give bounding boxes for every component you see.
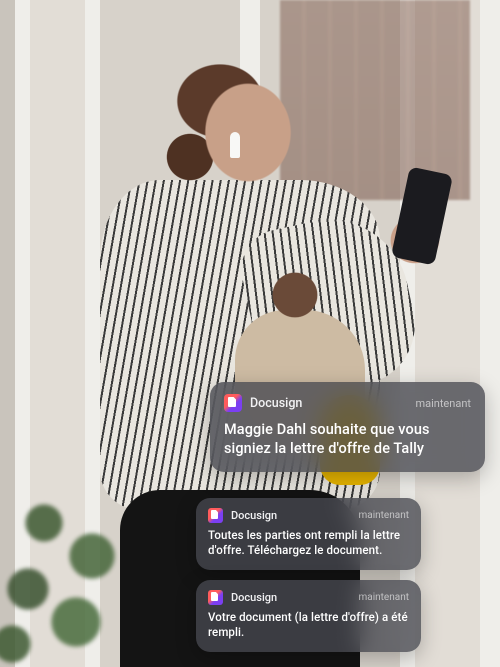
notification-time: maintenant <box>359 592 410 603</box>
notification-header: Docusign maintenant <box>208 590 409 605</box>
notification-header: Docusign maintenant <box>224 394 471 412</box>
notification-message: Votre document (la lettre d'offre) a été… <box>208 610 409 640</box>
notification-card[interactable]: Docusign maintenant Votre document (la l… <box>196 580 421 652</box>
docusign-app-icon <box>224 394 242 412</box>
notification-header: Docusign maintenant <box>208 508 409 523</box>
notification-app-name: Docusign <box>231 509 277 522</box>
notification-app-name: Docusign <box>231 591 277 604</box>
docusign-app-icon <box>208 508 223 523</box>
notification-message: Maggie Dahl souhaite que vous signiez la… <box>224 420 471 458</box>
notification-app-name: Docusign <box>250 396 302 411</box>
person-illustration <box>80 30 380 667</box>
notification-card[interactable]: Docusign maintenant Toutes les parties o… <box>196 498 421 570</box>
notification-time: maintenant <box>415 397 471 410</box>
notification-card[interactable]: Docusign maintenant Maggie Dahl souhaite… <box>210 382 485 472</box>
notification-message: Toutes les parties ont rempli la lettre … <box>208 528 409 558</box>
docusign-app-icon <box>208 590 223 605</box>
notification-time: maintenant <box>359 510 410 521</box>
